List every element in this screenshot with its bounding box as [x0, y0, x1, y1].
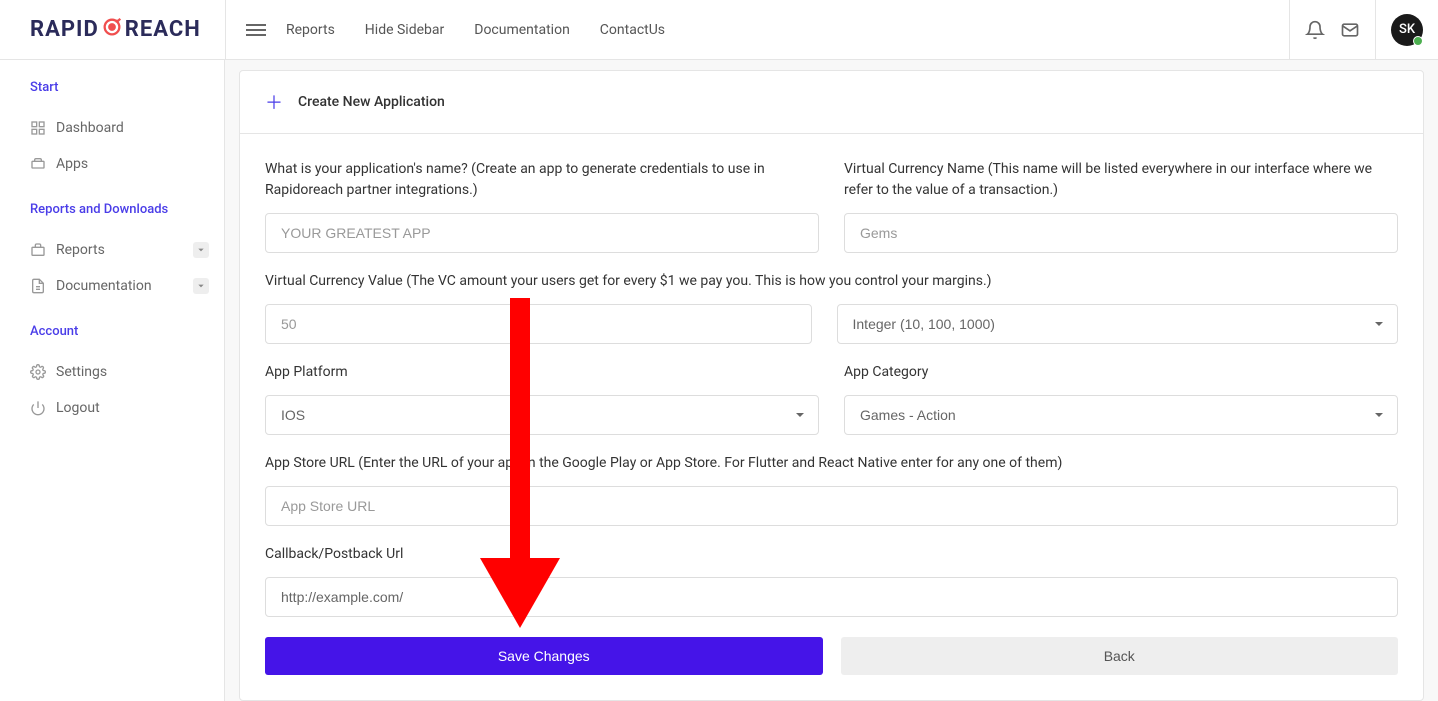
nav-reports[interactable]: Reports: [286, 22, 335, 38]
nav-documentation[interactable]: Documentation: [474, 22, 570, 38]
sidebar-item-label: Reports: [56, 242, 105, 258]
sidebar-item-documentation[interactable]: Documentation: [30, 268, 209, 304]
gear-icon: [30, 364, 46, 380]
logo[interactable]: RAPID REACH: [0, 16, 225, 44]
sidebar-item-reports[interactable]: Reports: [30, 232, 209, 268]
save-button[interactable]: Save Changes: [265, 637, 823, 675]
document-icon: [30, 278, 46, 294]
create-app-panel: ＋ Create New Application What is your ap…: [239, 70, 1424, 701]
vc-type-select[interactable]: Integer (10, 100, 1000): [837, 304, 1399, 344]
header: RAPID REACH Reports Hide Sidebar Documen…: [0, 0, 1438, 60]
platform-select[interactable]: IOS: [265, 395, 819, 435]
avatar[interactable]: SK: [1391, 14, 1423, 46]
callback-url-label: Callback/Postback Url: [265, 544, 1398, 565]
sidebar-heading-start: Start: [30, 80, 209, 95]
logo-text-2: REACH: [125, 17, 201, 42]
nav-hide-sidebar[interactable]: Hide Sidebar: [365, 22, 444, 38]
nav-contact-us[interactable]: ContactUs: [600, 22, 665, 38]
sidebar-item-label: Documentation: [56, 278, 152, 294]
sidebar-item-dashboard[interactable]: Dashboard: [30, 110, 209, 146]
vc-name-input[interactable]: [844, 213, 1398, 253]
chevron-down-icon[interactable]: [193, 242, 209, 258]
vc-value-label: Virtual Currency Value (The VC amount yo…: [265, 271, 1398, 292]
app-name-input[interactable]: [265, 213, 819, 253]
back-button[interactable]: Back: [841, 637, 1399, 675]
main-content: ＋ Create New Application What is your ap…: [225, 0, 1438, 701]
mail-icon[interactable]: [1340, 20, 1360, 40]
sidebar-heading-reports: Reports and Downloads: [30, 202, 209, 217]
sidebar-item-label: Settings: [56, 364, 107, 380]
category-select[interactable]: Games - Action: [844, 395, 1398, 435]
store-url-label: App Store URL (Enter the URL of your app…: [265, 453, 1398, 474]
vc-name-label: Virtual Currency Name (This name will be…: [844, 159, 1398, 201]
sidebar-item-apps[interactable]: Apps: [30, 146, 209, 182]
sidebar-item-logout[interactable]: Logout: [30, 390, 209, 426]
power-icon: [30, 400, 46, 416]
callback-url-input[interactable]: [265, 577, 1398, 617]
bell-icon[interactable]: [1305, 20, 1325, 40]
sidebar-item-label: Logout: [56, 400, 100, 416]
sidebar: Start Dashboard Apps Reports and Downloa…: [0, 0, 225, 701]
nav-links: Reports Hide Sidebar Documentation Conta…: [286, 22, 665, 38]
store-url-input[interactable]: [265, 486, 1398, 526]
platform-label: App Platform: [265, 362, 819, 383]
sidebar-item-label: Dashboard: [56, 120, 124, 136]
panel-title: Create New Application: [298, 94, 445, 110]
hamburger-icon[interactable]: [246, 20, 266, 40]
sidebar-item-label: Apps: [56, 156, 88, 172]
plus-icon: ＋: [265, 89, 283, 115]
apps-icon: [30, 156, 46, 172]
logo-text-1: RAPID: [30, 17, 99, 42]
category-label: App Category: [844, 362, 1398, 383]
target-icon: [101, 16, 123, 44]
sidebar-item-settings[interactable]: Settings: [30, 354, 209, 390]
dashboard-icon: [30, 120, 46, 136]
sidebar-heading-account: Account: [30, 324, 209, 339]
panel-header[interactable]: ＋ Create New Application: [240, 71, 1423, 134]
vc-value-input[interactable]: [265, 304, 812, 344]
briefcase-icon: [30, 242, 46, 258]
chevron-down-icon[interactable]: [193, 278, 209, 294]
app-name-label: What is your application's name? (Create…: [265, 159, 819, 201]
